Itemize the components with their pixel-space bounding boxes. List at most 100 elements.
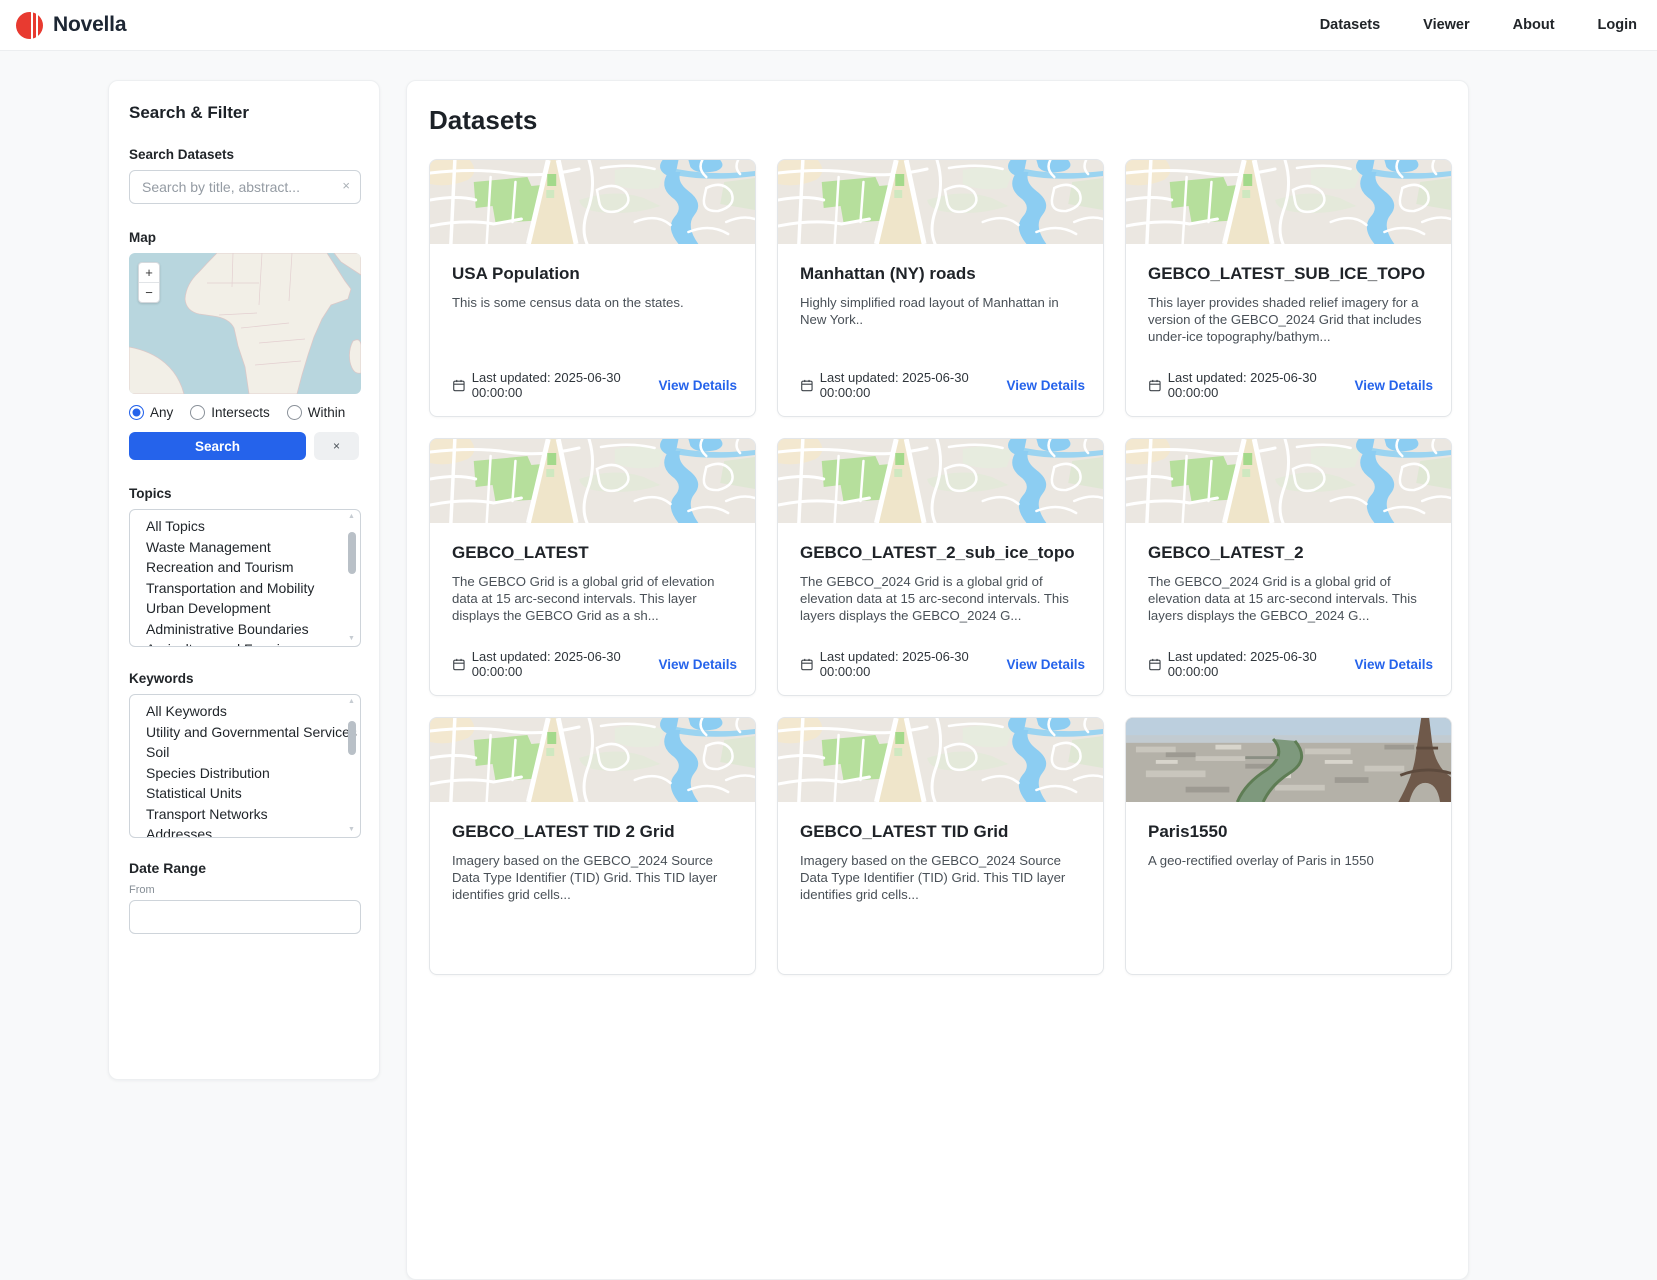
dataset-title: GEBCO_LATEST TID Grid [800,822,1081,842]
keyword-option[interactable]: Addresses [130,824,360,838]
topic-option[interactable]: Urban Development [130,598,360,619]
view-details-link[interactable]: View Details [1006,657,1085,672]
keywords-label: Keywords [129,671,359,686]
topic-option[interactable]: Recreation and Tourism [130,557,360,578]
radio-intersects[interactable]: Intersects [190,405,270,420]
scroll-down-icon[interactable]: ▼ [348,635,355,643]
topic-option[interactable]: Waste Management [130,537,360,558]
nav-item-viewer[interactable]: Viewer [1423,17,1470,33]
view-details-link[interactable]: View Details [658,378,737,393]
map-zoom-control: + − [138,262,160,303]
calendar-icon [800,378,814,393]
radio-intersects-control[interactable] [190,405,205,420]
dataset-description: Imagery based on the GEBCO_2024 Source D… [452,852,733,903]
radio-within-label: Within [308,405,346,420]
search-button[interactable]: Search [129,432,306,460]
topic-option[interactable]: Transportation and Mobility [130,578,360,599]
view-details-link[interactable]: View Details [1006,378,1085,393]
dataset-card: GEBCO_LATEST TID 2 Grid Imagery based on… [429,717,756,975]
scroll-up-icon[interactable]: ▲ [348,698,355,706]
world-map-image [129,253,361,394]
dataset-description: Imagery based on the GEBCO_2024 Source D… [800,852,1081,903]
panel-title: Search & Filter [129,103,359,123]
novella-logo-icon [16,12,43,39]
calendar-icon [452,657,466,672]
last-updated: Last updated: 2025-06-30 00:00:00 [1148,649,1354,679]
keyword-option[interactable]: Transport Networks [130,804,360,825]
date-from-input[interactable] [129,900,361,934]
topic-option[interactable]: All Topics [130,516,360,537]
dataset-title: USA Population [452,264,733,284]
keyword-option[interactable]: Statistical Units [130,783,360,804]
dataset-description: This layer provides shaded relief imager… [1148,294,1429,345]
nav-item-login[interactable]: Login [1598,17,1637,33]
radio-within[interactable]: Within [287,405,346,420]
search-filter-panel: Search & Filter Search Datasets × Map + … [108,80,380,1080]
dataset-title: GEBCO_LATEST_2_sub_ice_topo [800,543,1081,563]
reset-filters-button[interactable]: × [314,432,359,460]
zoom-out-button[interactable]: − [139,283,159,302]
keyword-option[interactable]: Soil [130,742,360,763]
last-updated: Last updated: 2025-06-30 00:00:00 [1148,370,1354,400]
radio-intersects-label: Intersects [211,405,270,420]
dataset-thumbnail-map [1126,160,1451,244]
search-input[interactable] [129,170,361,204]
spatial-filter-options: Any Intersects Within [129,405,359,420]
radio-any-control[interactable] [129,405,144,420]
dataset-description: Highly simplified road layout of Manhatt… [800,294,1081,328]
dataset-card: Manhattan (NY) roads Highly simplified r… [777,159,1104,417]
date-from-label: From [129,884,359,896]
dataset-description: The GEBCO Grid is a global grid of eleva… [452,573,733,624]
nav-item-datasets[interactable]: Datasets [1320,17,1380,33]
view-details-link[interactable]: View Details [1354,657,1433,672]
topic-option[interactable]: Agriculture and Farming [130,639,360,647]
calendar-icon [452,378,466,393]
last-updated-text: Last updated: 2025-06-30 00:00:00 [820,649,1007,679]
dataset-title: GEBCO_LATEST [452,543,733,563]
calendar-icon [800,657,814,672]
map-widget[interactable]: + − [129,253,361,394]
nav-item-about[interactable]: About [1513,17,1555,33]
dataset-title: GEBCO_LATEST TID 2 Grid [452,822,733,842]
last-updated: Last updated: 2025-06-30 00:00:00 [452,649,658,679]
topics-label: Topics [129,486,359,501]
scroll-up-icon[interactable]: ▲ [348,513,355,521]
radio-any-label: Any [150,405,173,420]
last-updated-text: Last updated: 2025-06-30 00:00:00 [1168,649,1355,679]
scroll-thumb[interactable] [348,721,356,755]
dataset-thumbnail-map [778,718,1103,802]
clear-search-icon[interactable]: × [342,179,350,192]
zoom-in-button[interactable]: + [139,263,159,282]
map-label: Map [129,230,359,245]
dataset-thumbnail-photo [1126,718,1451,802]
dataset-thumbnail-map [1126,439,1451,523]
keyword-option[interactable]: Species Distribution [130,763,360,784]
keywords-listbox[interactable]: All Keywords Utility and Governmental Se… [129,694,361,838]
keywords-scrollbar[interactable]: ▲ ▼ [346,697,358,835]
radio-any[interactable]: Any [129,405,173,420]
dataset-title: GEBCO_LATEST_2 [1148,543,1429,563]
topic-option[interactable]: Administrative Boundaries [130,619,360,640]
last-updated: Last updated: 2025-06-30 00:00:00 [800,370,1006,400]
view-details-link[interactable]: View Details [658,657,737,672]
dataset-thumbnail-map [430,718,755,802]
dataset-description: The GEBCO_2024 Grid is a global grid of … [800,573,1081,624]
dataset-thumbnail-map [778,160,1103,244]
radio-within-control[interactable] [287,405,302,420]
topics-listbox[interactable]: All Topics Waste Management Recreation a… [129,509,361,647]
dataset-description: A geo-rectified overlay of Paris in 1550 [1148,852,1429,869]
scroll-thumb[interactable] [348,532,356,574]
date-range-label: Date Range [129,860,359,876]
brand-logo[interactable]: Novella [16,12,126,39]
dataset-description: The GEBCO_2024 Grid is a global grid of … [1148,573,1429,624]
topics-scrollbar[interactable]: ▲ ▼ [346,512,358,644]
dataset-thumbnail-map [778,439,1103,523]
view-details-link[interactable]: View Details [1354,378,1433,393]
keyword-option[interactable]: Utility and Governmental Services [130,722,360,743]
last-updated: Last updated: 2025-06-30 00:00:00 [800,649,1006,679]
keyword-option[interactable]: All Keywords [130,701,360,722]
dataset-thumbnail-map [430,160,755,244]
last-updated-text: Last updated: 2025-06-30 00:00:00 [472,649,659,679]
last-updated-text: Last updated: 2025-06-30 00:00:00 [472,370,659,400]
scroll-down-icon[interactable]: ▼ [348,826,355,834]
